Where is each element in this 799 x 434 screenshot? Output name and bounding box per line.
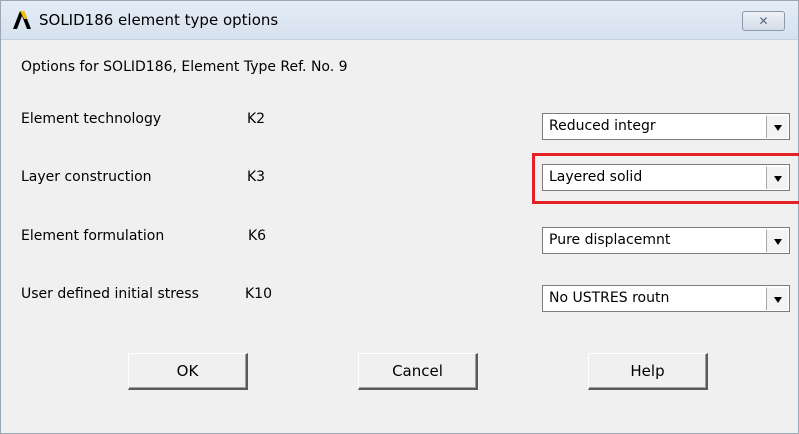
ok-button[interactable]: OK bbox=[128, 353, 248, 390]
combo-value: Reduced integr bbox=[549, 118, 656, 134]
close-icon: ✕ bbox=[758, 14, 769, 28]
chevron-down-icon[interactable] bbox=[766, 115, 788, 138]
dialog-subtitle: Options for SOLID186, Element Type Ref. … bbox=[21, 59, 348, 75]
highlight-box bbox=[532, 153, 799, 204]
title-bar[interactable]: SOLID186 element type options ✕ bbox=[1, 1, 798, 40]
initial-stress-select[interactable]: No USTRES routn bbox=[542, 285, 790, 312]
option-label-layer-construction: Layer construction bbox=[21, 169, 152, 185]
chevron-down-icon[interactable] bbox=[766, 229, 788, 252]
option-key-k3: K3 bbox=[247, 169, 266, 185]
window-title: SOLID186 element type options bbox=[39, 11, 279, 29]
combo-value: Pure displacemnt bbox=[549, 232, 671, 248]
dialog-window: SOLID186 element type options ✕ Options … bbox=[0, 0, 799, 434]
option-label-element-formulation: Element formulation bbox=[21, 228, 165, 244]
cancel-button[interactable]: Cancel bbox=[358, 353, 478, 390]
option-label-element-technology: Element technology bbox=[21, 111, 162, 127]
element-formulation-select[interactable]: Pure displacemnt bbox=[542, 227, 790, 254]
element-technology-select[interactable]: Reduced integr bbox=[542, 113, 790, 140]
option-key-k10: K10 bbox=[245, 286, 272, 302]
close-button[interactable]: ✕ bbox=[742, 11, 785, 31]
ansys-logo-icon bbox=[11, 10, 33, 30]
option-key-k6: K6 bbox=[248, 228, 267, 244]
option-label-initial-stress: User defined initial stress bbox=[21, 286, 199, 302]
option-key-k2: K2 bbox=[247, 111, 266, 127]
chevron-down-icon[interactable] bbox=[766, 287, 788, 310]
combo-value: No USTRES routn bbox=[549, 290, 670, 306]
help-button[interactable]: Help bbox=[588, 353, 708, 390]
